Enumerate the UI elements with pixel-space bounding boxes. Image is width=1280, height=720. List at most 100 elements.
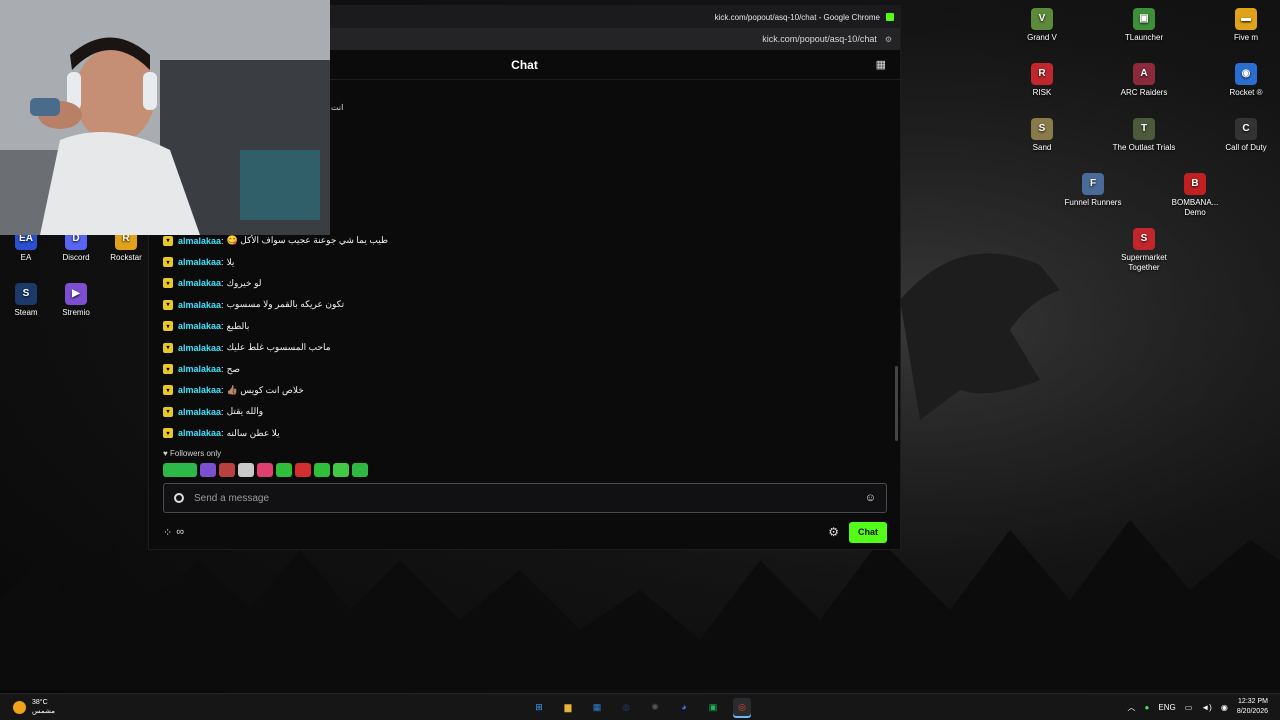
emote-icon[interactable]	[295, 463, 311, 477]
desktop-icon[interactable]: ▬ Five m	[1214, 8, 1278, 43]
emote-icon[interactable]	[238, 463, 254, 477]
send-chat-button[interactable]: Chat	[849, 521, 887, 543]
display-icon[interactable]: ▭	[1185, 703, 1193, 712]
desktop-icon[interactable]: B BOMBANA... Demo	[1163, 173, 1227, 218]
language-indicator[interactable]: ENG	[1158, 703, 1175, 712]
emote-icon[interactable]	[333, 463, 349, 477]
message-input-box[interactable]: ☺	[163, 483, 887, 513]
webcam-person-image	[0, 0, 330, 235]
chat-username[interactable]: almalakaa	[178, 257, 221, 267]
username-separator: :	[221, 321, 224, 332]
webcam-overlay	[0, 0, 330, 235]
tray-overflow-icon[interactable]: ︿	[1128, 702, 1136, 713]
emote-icon[interactable]	[314, 463, 330, 477]
desktop-icon[interactable]: R RISK	[1010, 63, 1074, 98]
desktop-icon[interactable]: C Call of Duty	[1214, 118, 1278, 153]
app-icon: F	[1082, 173, 1104, 195]
desktop-icon-label: ARC Raiders	[1120, 88, 1168, 97]
app-icon: B	[1184, 173, 1206, 195]
chat-message-text: خلاص انت كويس 👍🏽	[226, 384, 304, 395]
username-separator: :	[221, 299, 224, 310]
app-icon: ◉	[1235, 63, 1257, 85]
weather-temperature: 38°C	[32, 699, 48, 706]
subscriber-badge-icon: ▾	[163, 257, 173, 268]
emote-icon[interactable]	[276, 463, 292, 477]
chat-username[interactable]: almalakaa	[178, 428, 221, 438]
weather-widget[interactable]: 38°C مشمس	[13, 698, 55, 716]
chat-username[interactable]: almalakaa	[178, 385, 221, 395]
emote-icon[interactable]	[352, 463, 368, 477]
subscriber-badge-icon: ▾	[163, 235, 173, 246]
chat-settings-icon[interactable]: ⚙	[828, 525, 839, 539]
desktop-icon[interactable]: F Funnel Runners	[1061, 173, 1125, 208]
app-icon: S	[1133, 228, 1155, 250]
emoji-picker-icon[interactable]: ☺	[865, 492, 876, 504]
volume-icon[interactable]: ◄)	[1201, 703, 1212, 712]
desktop-icon-label: TLauncher	[1124, 33, 1164, 42]
chat-message-text: ماحب المسسوب غلط عليك	[226, 342, 331, 353]
chat-username[interactable]: almalakaa	[178, 407, 221, 417]
desktop-icon-label: BOMBANA... Demo	[1171, 198, 1219, 217]
clock-date: 8/20/2026	[1236, 708, 1268, 715]
microsoft-store-icon[interactable]: ▦	[588, 698, 606, 716]
desktop-icon[interactable]: V Grand V	[1010, 8, 1074, 43]
desktop-icon-label: Sand	[1032, 143, 1052, 152]
network-icon[interactable]: ◉	[1221, 703, 1228, 712]
chat-username[interactable]: almalakaa	[178, 236, 221, 246]
emote-icon[interactable]	[163, 463, 197, 477]
username-separator: :	[221, 278, 224, 289]
desktop-icon[interactable]: A ARC Raiders	[1112, 63, 1176, 98]
chat-username[interactable]: almalakaa	[178, 343, 221, 353]
clock[interactable]: 12:32 PM 8/20/2026	[1237, 697, 1268, 717]
subscriber-badge-icon: ▾	[163, 299, 173, 310]
desktop-icon-label: Call of Duty	[1225, 143, 1267, 152]
emote-icon[interactable]	[257, 463, 273, 477]
chat-username[interactable]: almalakaa	[178, 321, 221, 331]
desktop-icon[interactable]: T The Outlast Trials	[1112, 118, 1176, 153]
file-explorer-icon[interactable]: ▆	[559, 698, 577, 716]
desktop-icon[interactable]: S Supermarket Together	[1112, 228, 1176, 273]
username-separator: :	[221, 342, 224, 353]
desktop-icon[interactable]: ◉ Rocket ®	[1214, 63, 1278, 98]
app-icon: ▶	[65, 283, 87, 305]
chat-bottom-bar: ⁘ ∞ ⚙ Chat	[163, 521, 887, 543]
chat-username[interactable]: almalakaa	[178, 278, 221, 288]
windows-start-icon[interactable]: ⊞	[530, 698, 548, 716]
site-settings-icon[interactable]: ⚙	[885, 35, 892, 44]
desktop-icon[interactable]: ▶ Stremio	[44, 283, 108, 318]
username-separator: :	[221, 364, 224, 375]
spotify-like-icon[interactable]: ▣	[704, 698, 722, 716]
chat-message-text: لو خيروك	[226, 277, 262, 288]
emote-icon[interactable]	[219, 463, 235, 477]
subscriber-badge-icon: ▾	[163, 342, 173, 353]
kick-logo-icon	[886, 13, 894, 21]
chat-message-text: يلا عطن سالنه	[226, 427, 280, 438]
chrome-icon[interactable]: ◎	[733, 698, 751, 716]
steelseries-icon[interactable]: ✺	[646, 698, 664, 716]
chat-message: ▾ almalakaa: ماحب المسسوب غلط عليك	[163, 337, 883, 358]
url-text[interactable]: kick.com/popout/asq-10/chat	[762, 34, 877, 44]
subscriber-badge-icon: ▾	[163, 321, 173, 332]
windows-taskbar: 38°C مشمس ⊞ ▆ ▦ ◍ ✺ ◕ ▣ ◎ ︿ ● ENG ▭ ◄) ◉ 12:32 …	[0, 693, 1280, 720]
desktop-icon-label: RISK	[1032, 88, 1052, 97]
desktop-icon[interactable]: S Sand	[1010, 118, 1074, 153]
desktop-icon[interactable]: ▣ TLauncher	[1112, 8, 1176, 43]
message-input[interactable]	[194, 492, 865, 504]
chat-username[interactable]: almalakaa	[178, 364, 221, 374]
gift-icon[interactable]: ▦	[876, 58, 886, 71]
chat-username[interactable]: almalakaa	[178, 300, 221, 310]
taskbar-apps: ⊞ ▆ ▦ ◍ ✺ ◕ ▣ ◎	[530, 698, 751, 716]
shield-icon	[174, 493, 184, 503]
steam-icon[interactable]: ◍	[617, 698, 635, 716]
desktop-icon-label: Grand V	[1027, 33, 1057, 42]
discord-icon[interactable]: ◕	[675, 698, 693, 716]
chat-scrollbar[interactable]	[895, 366, 898, 441]
chat-message: ▾ almalakaa: بالطبع	[163, 316, 883, 337]
microphone-icon[interactable]: ●	[1145, 703, 1150, 712]
emote-icon[interactable]	[200, 463, 216, 477]
desktop-icon-label: Five m	[1234, 33, 1258, 42]
app-icon: ▣	[1133, 8, 1155, 30]
points-icon[interactable]: ⁘	[163, 526, 172, 539]
chat-message: ▾ almalakaa: والله يقتل	[163, 401, 883, 422]
heart-icon: ♥	[163, 449, 168, 458]
